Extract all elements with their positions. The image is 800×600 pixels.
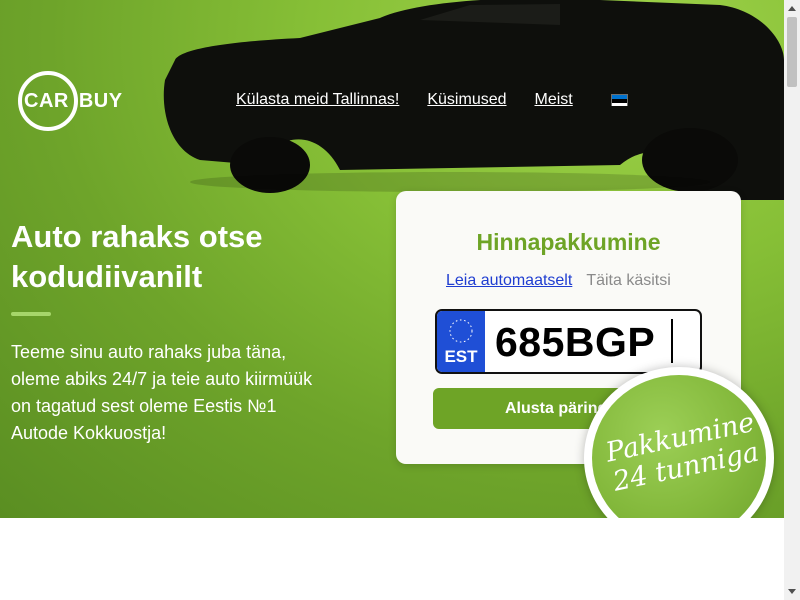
estonian-flag-icon[interactable]	[610, 94, 628, 106]
hero-divider	[11, 312, 51, 316]
search-mode-tabs: Leia automaatselt Täita käsitsi	[446, 272, 671, 290]
quote-title: Hinnapakkumine	[476, 229, 661, 255]
text-caret	[671, 319, 673, 363]
plate-country-code: EST	[444, 347, 478, 366]
license-plate-input[interactable]	[495, 314, 695, 370]
nav-link-about[interactable]: Meist	[535, 91, 573, 109]
main-nav: Külasta meid Tallinnas! Küsimused Meist	[236, 91, 628, 109]
scroll-down-arrow-icon[interactable]	[784, 583, 800, 600]
eu-stars-icon	[449, 319, 473, 343]
nav-link-visit-tallinn[interactable]: Külasta meid Tallinnas!	[236, 91, 399, 109]
eu-plate-band: EST	[437, 311, 485, 372]
logo-text-buy: BUY	[78, 89, 123, 112]
page-scrollbar[interactable]	[784, 0, 800, 600]
scroll-up-arrow-icon[interactable]	[784, 0, 800, 17]
hero-description: Teeme sinu auto rahaks juba täna, oleme …	[11, 342, 313, 443]
nav-link-faq[interactable]: Küsimused	[427, 91, 506, 109]
tab-fill-manually[interactable]: Täita käsitsi	[586, 272, 670, 290]
hero-section: CAR BUY Külasta meid Tallinnas! Küsimuse…	[0, 0, 784, 518]
license-plate-field[interactable]: EST	[435, 309, 702, 374]
carbuy-logo[interactable]: CAR BUY	[18, 70, 143, 132]
scroll-thumb[interactable]	[787, 17, 797, 87]
tab-find-automatically[interactable]: Leia automaatselt	[446, 272, 572, 290]
hero-title: Auto rahaks otse kodudiivanilt	[11, 219, 263, 294]
logo-text-car: CAR	[24, 89, 69, 112]
